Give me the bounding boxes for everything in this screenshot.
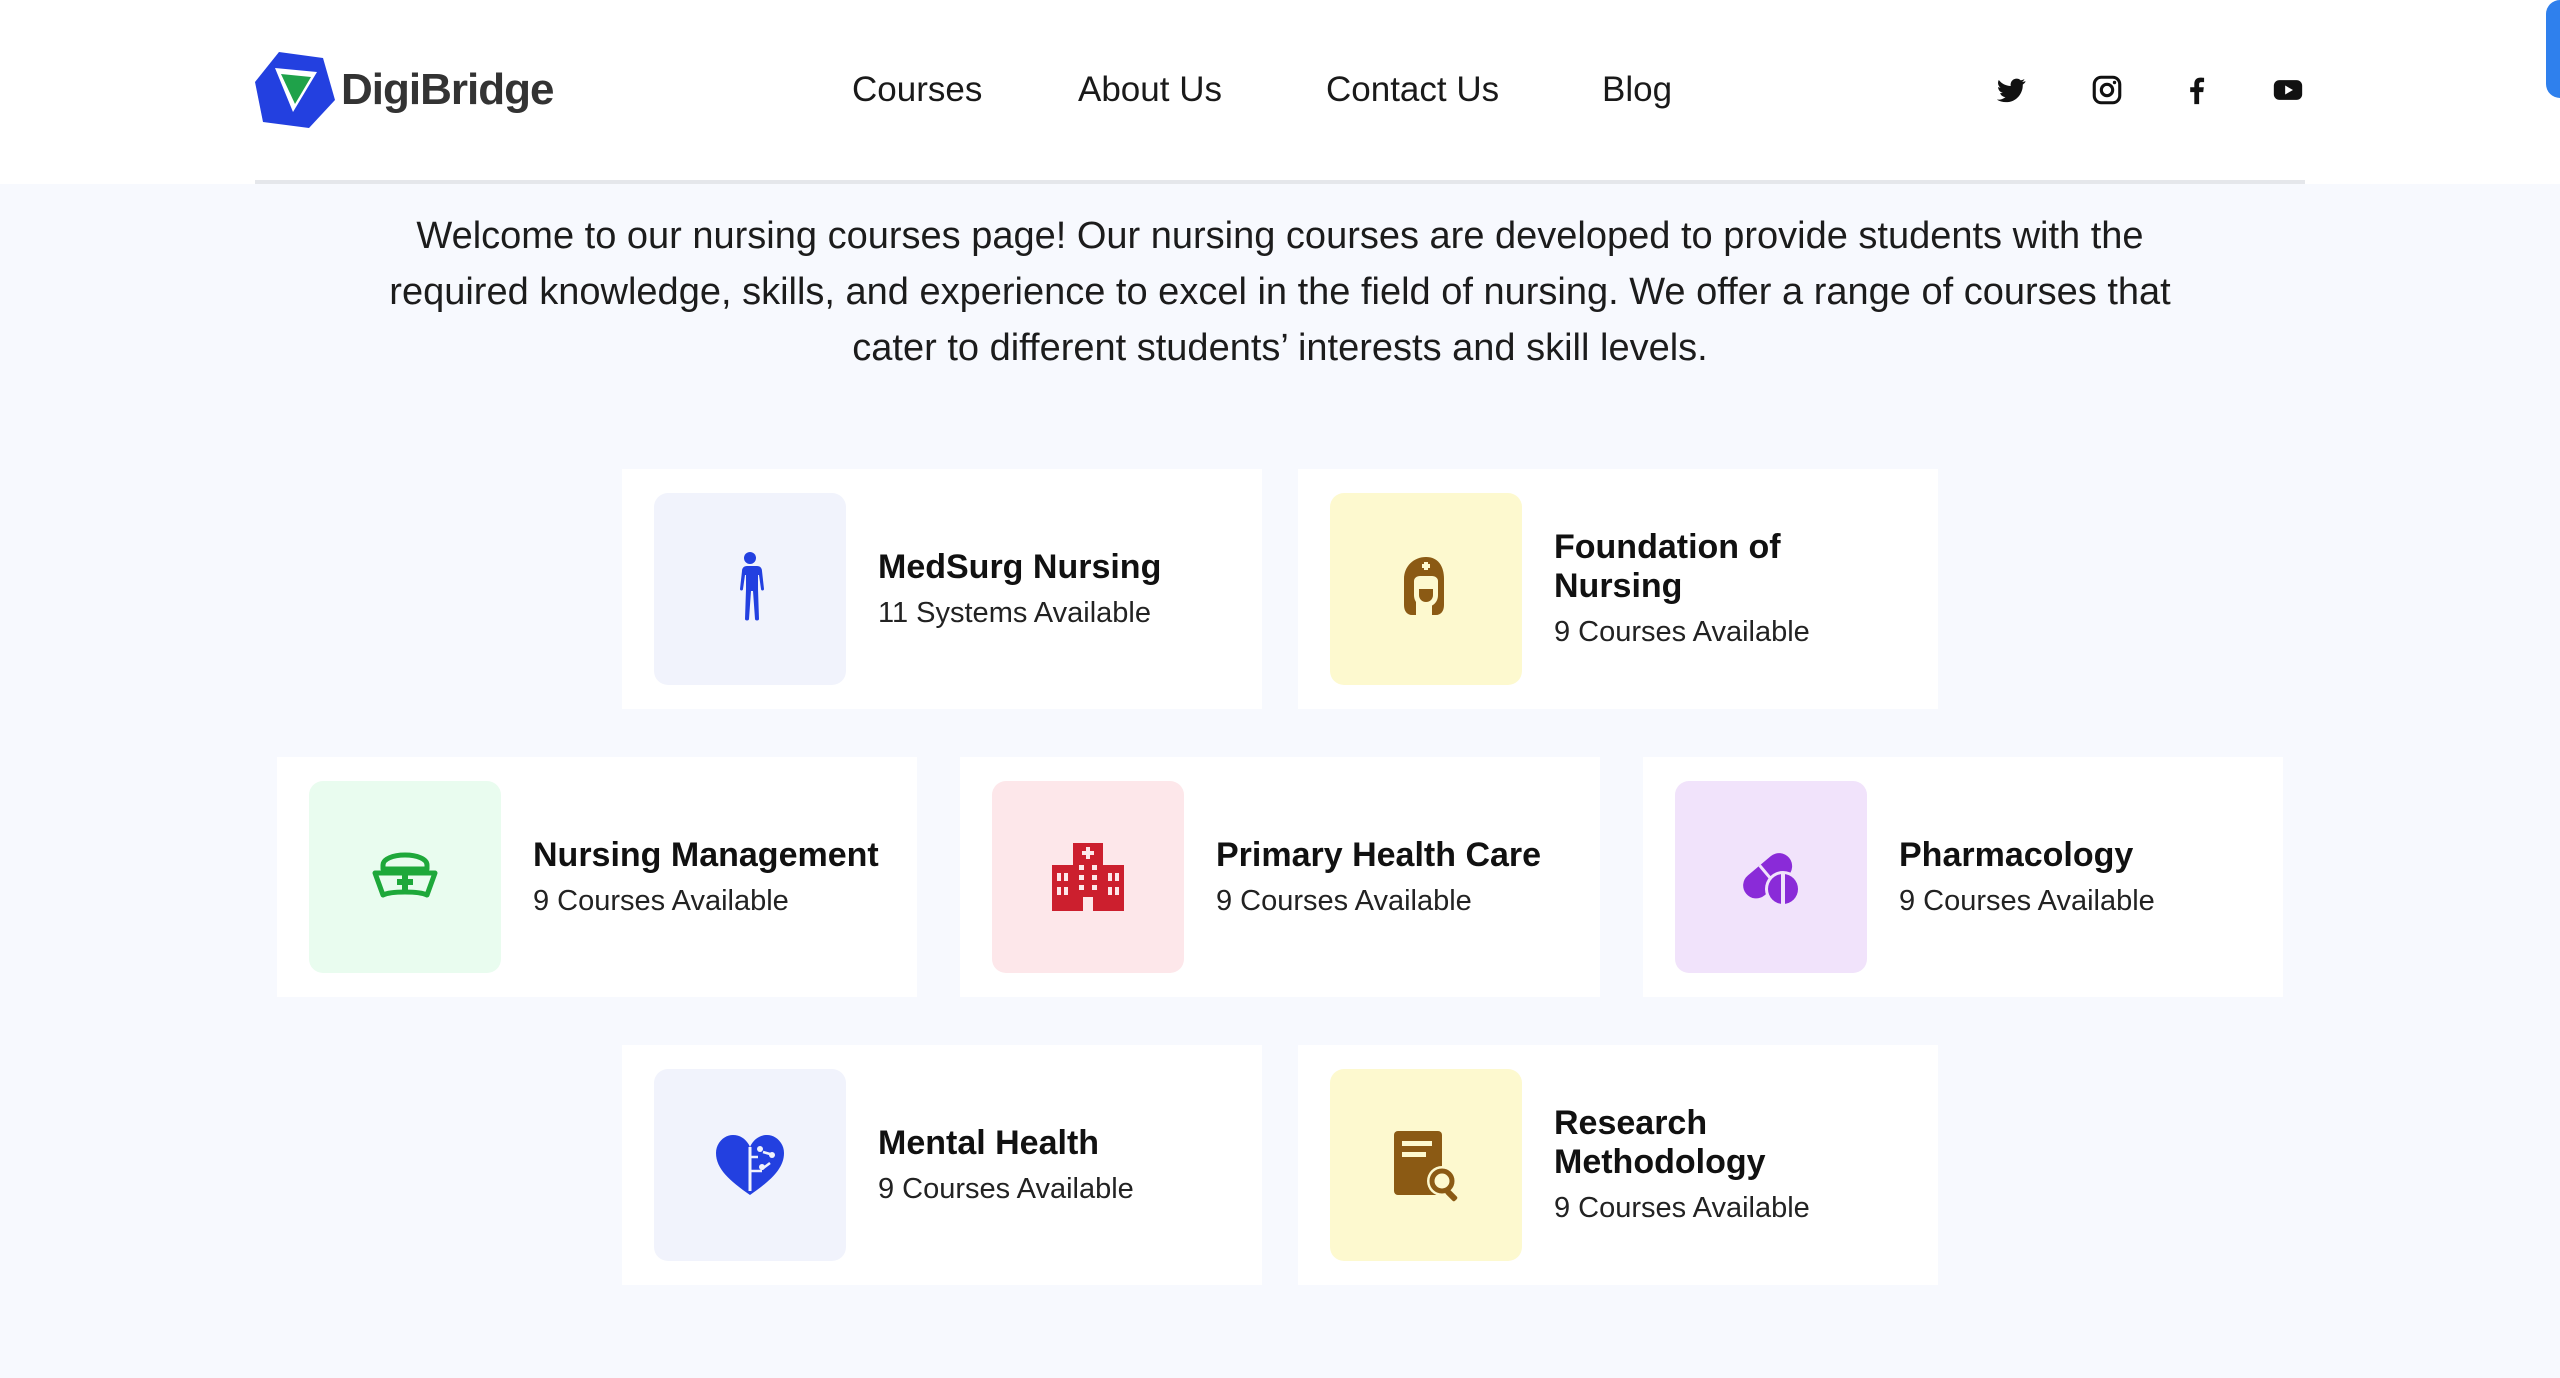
course-title: Research Methodology <box>1554 1104 1766 1181</box>
course-icon-box <box>654 1069 846 1261</box>
course-count: 9 Courses Available <box>878 1172 1134 1205</box>
course-title: Foundation of Nursing <box>1554 528 1781 605</box>
header-divider <box>255 180 2305 184</box>
course-count: 9 Courses Available <box>1554 1192 1810 1224</box>
hospital-icon <box>1052 843 1124 911</box>
course-icon-box <box>1330 1069 1522 1261</box>
facebook-icon[interactable] <box>2175 68 2219 112</box>
nav-blog[interactable]: Blog <box>1602 60 1672 120</box>
side-tab[interactable] <box>2546 0 2560 98</box>
course-title: Mental Health <box>878 1123 1100 1162</box>
human-body-icon <box>740 552 764 621</box>
youtube-icon[interactable] <box>2266 68 2310 112</box>
course-count: 9 Courses Available <box>1216 884 1472 917</box>
twitter-icon[interactable] <box>1989 68 2033 112</box>
nurse-cap-icon <box>372 852 438 898</box>
nav-contact-us[interactable]: Contact Us <box>1326 60 1499 120</box>
course-title: Primary Health Care <box>1216 835 1542 874</box>
course-title: Nursing Management <box>533 835 879 874</box>
course-count: 9 Courses Available <box>533 884 789 917</box>
course-card-primary-health-care[interactable]: Primary Health Care 9 Courses Available <box>960 757 1600 997</box>
course-icon-box <box>1330 493 1522 685</box>
course-count: 9 Courses Available <box>1899 884 2155 917</box>
course-card-nursing-management[interactable]: Nursing Management 9 Courses Available <box>277 757 917 997</box>
course-icon-box <box>309 781 501 973</box>
pills-icon <box>1743 853 1801 907</box>
course-card-foundation-of-nursing[interactable]: Foundation of Nursing 9 Courses Availabl… <box>1298 469 1938 709</box>
intro-text: Welcome to our nursing courses page! Our… <box>389 215 2171 369</box>
course-icon-box <box>992 781 1184 973</box>
nav-courses[interactable]: Courses <box>852 60 982 120</box>
instagram-icon[interactable] <box>2085 68 2129 112</box>
course-card-medsurg-nursing[interactable]: MedSurg Nursing 11 Systems Available <box>622 469 1262 709</box>
brain-heart-icon <box>716 1135 784 1195</box>
course-icon-box <box>654 493 846 685</box>
course-card-research-methodology[interactable]: Research Methodology 9 Courses Available <box>1298 1045 1938 1285</box>
nav-about-us[interactable]: About Us <box>1078 60 1222 120</box>
course-card-mental-health[interactable]: Mental Health 9 Courses Available <box>622 1045 1262 1285</box>
course-count: 9 Courses Available <box>1554 616 1810 648</box>
course-title: MedSurg Nursing <box>878 547 1162 586</box>
course-icon-box <box>1675 781 1867 973</box>
course-count: 11 Systems Available <box>878 596 1151 629</box>
course-title: Pharmacology <box>1899 835 2134 874</box>
research-document-icon <box>1394 1131 1458 1202</box>
course-card-pharmacology[interactable]: Pharmacology 9 Courses Available <box>1643 757 2283 997</box>
nurse-icon <box>1404 557 1444 615</box>
